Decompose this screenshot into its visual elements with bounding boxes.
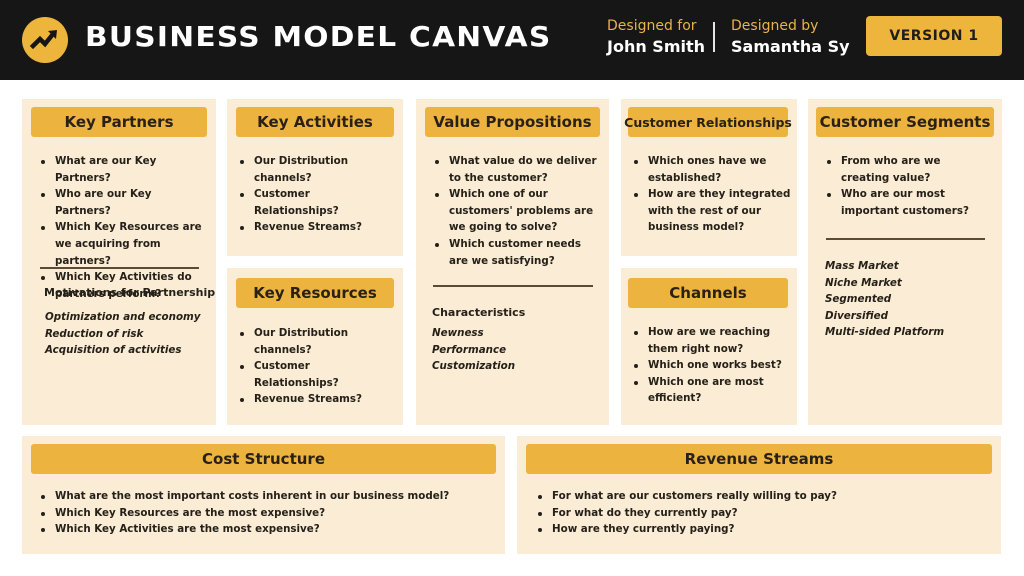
list-item: Mass Market — [825, 260, 899, 272]
list-item: Which one works best? — [629, 357, 791, 374]
card-channels: Channels How are we reaching them right … — [621, 268, 797, 425]
trending-up-icon — [29, 30, 57, 50]
card-title: Key Partners — [31, 107, 207, 137]
card-title: Customer Segments — [816, 107, 994, 137]
item-list: Optimization and economy Reduction of ri… — [45, 309, 200, 359]
list-item: Which customer needs are we satisfying? — [430, 236, 597, 269]
list-item: For what do they currently pay? — [533, 505, 995, 522]
designed-by: Designed by Samantha Sy — [731, 17, 850, 58]
designed-for: Designed for John Smith — [607, 17, 705, 58]
question-list: What value do we deliver to the customer… — [430, 153, 597, 269]
list-item: How are they currently paying? — [533, 521, 995, 538]
divider — [433, 285, 593, 287]
divider — [826, 238, 985, 240]
list-item: Which Key Activities are the most expens… — [36, 521, 499, 538]
page-title: BUSINESS MODEL CANVAS — [85, 20, 552, 53]
card-title: Key Resources — [236, 278, 394, 308]
list-item: Acquisition of activities — [45, 344, 182, 357]
card-title: Customer Relationships — [624, 107, 792, 137]
list-item: Revenue Streams? — [235, 219, 397, 236]
list-item: How are they integrated with the rest of… — [629, 186, 791, 236]
designed-for-value: John Smith — [607, 37, 706, 56]
card-key-partners: Key Partners What are our Key Partners? … — [22, 99, 216, 425]
card-key-activities: Key Activities Our Distribution channels… — [227, 99, 403, 256]
question-list: Our Distribution channels? Customer Rela… — [235, 153, 397, 236]
list-item: Which ones have we established? — [629, 153, 791, 186]
list-item: What value do we deliver to the customer… — [430, 153, 597, 186]
question-list: From who are we creating value? Who are … — [822, 153, 988, 219]
list-item: Reduction of risk — [45, 327, 144, 340]
list-item: Our Distribution channels? — [235, 153, 397, 186]
designed-by-label: Designed by — [731, 18, 819, 34]
list-item: Customer Relationships? — [235, 186, 397, 219]
list-item: How are we reaching them right now? — [629, 324, 791, 357]
question-list: For what are our customers really willin… — [533, 488, 995, 538]
card-key-resources: Key Resources Our Distribution channels?… — [227, 268, 403, 425]
list-item: Which Key Resources are the most expensi… — [36, 505, 499, 522]
card-title: Channels — [628, 278, 788, 308]
section-subtitle: Characteristics — [432, 306, 526, 319]
list-item: What are the most important costs inhere… — [36, 488, 499, 505]
list-item: Performance — [432, 343, 507, 356]
card-value-propositions: Value Propositions What value do we deli… — [416, 99, 609, 425]
question-list: What are our Key Partners? Who are our K… — [36, 153, 210, 302]
designed-by-value: Samantha Sy — [731, 37, 850, 56]
list-item: What are our Key Partners? — [36, 153, 210, 186]
card-title: Value Propositions — [425, 107, 600, 137]
item-list: Mass Market Niche Market Segmented Diver… — [825, 258, 944, 341]
card-title: Cost Structure — [31, 444, 496, 474]
list-item: Our Distribution channels? — [235, 325, 397, 358]
list-item: Who are our Key Partners? — [36, 186, 210, 219]
question-list: Which ones have we established? How are … — [629, 153, 791, 236]
list-item: Newness — [432, 327, 484, 339]
list-item: Niche Market — [825, 276, 902, 289]
header-divider — [713, 22, 715, 52]
list-item: Segmented — [825, 293, 892, 306]
divider — [40, 267, 199, 269]
question-list: What are the most important costs inhere… — [36, 488, 499, 538]
item-list: Newness Performance Customization — [432, 325, 515, 375]
designed-for-label: Designed for — [607, 18, 697, 34]
card-title: Revenue Streams — [526, 444, 992, 474]
list-item: Which Key Resources are we acquiring fro… — [36, 219, 210, 269]
card-customer-relationships: Customer Relationships Which ones have w… — [621, 99, 797, 256]
question-list: How are we reaching them right now? Whic… — [629, 324, 791, 407]
list-item: Revenue Streams? — [235, 391, 397, 408]
list-item: Diversified — [825, 309, 888, 322]
card-customer-segments: Customer Segments From who are we creati… — [808, 99, 1002, 425]
list-item: Who are our most important customers? — [822, 186, 988, 219]
card-title: Key Activities — [236, 107, 394, 137]
card-cost-structure: Cost Structure What are the most importa… — [22, 436, 505, 554]
logo — [22, 17, 68, 63]
list-item: Optimization and economy — [45, 311, 201, 323]
list-item: Multi-sided Platform — [825, 326, 945, 339]
list-item: Which one of our customers' problems are… — [430, 186, 597, 236]
header-bar: BUSINESS MODEL CANVAS Designed for John … — [0, 0, 1024, 80]
list-item: For what are our customers really willin… — [533, 488, 995, 505]
list-item: Customization — [432, 360, 516, 373]
card-revenue-streams: Revenue Streams For what are our custome… — [517, 436, 1001, 554]
section-subtitle: Motivations for Partnership — [44, 286, 216, 299]
list-item: From who are we creating value? — [822, 153, 988, 186]
question-list: Our Distribution channels? Customer Rela… — [235, 325, 397, 408]
list-item: Customer Relationships? — [235, 358, 397, 391]
version-button[interactable]: VERSION 1 — [866, 16, 1002, 56]
list-item: Which one are most efficient? — [629, 374, 791, 407]
